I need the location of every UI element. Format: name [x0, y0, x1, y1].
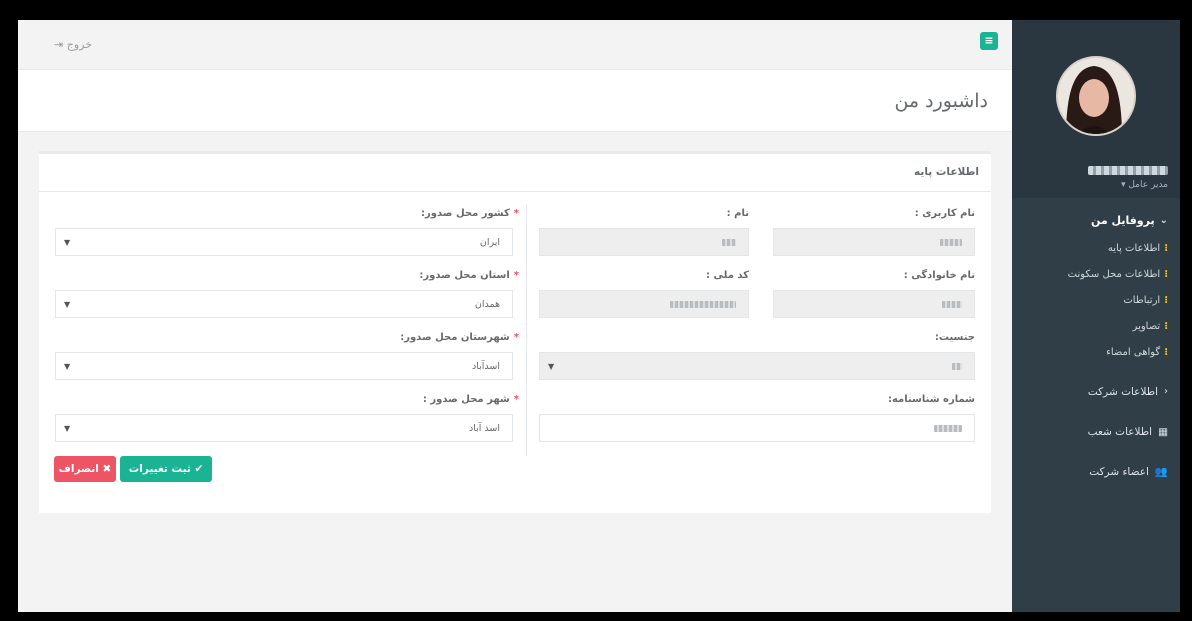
- redacted-value: [940, 239, 962, 246]
- username-field[interactable]: [773, 228, 975, 256]
- sidebar-item-label: اعضاء شرکت: [1089, 466, 1149, 478]
- sidebar-item-label: پروفایل من: [1090, 214, 1155, 227]
- caret-down-icon: ▼: [64, 362, 71, 371]
- cancel-label: انصراف: [58, 463, 99, 475]
- gender-select[interactable]: ▼: [539, 352, 975, 380]
- caret-down-icon: ▼: [64, 424, 71, 433]
- county-label: *شهرستان محل صدور:: [400, 332, 519, 343]
- required-icon: *: [513, 394, 519, 405]
- users-icon: 👥: [1154, 466, 1168, 478]
- county-select[interactable]: اسدآباد ▼: [55, 352, 513, 380]
- province-select[interactable]: همدان ▼: [55, 290, 513, 318]
- sidebar-section-profile: ⌄ پروفایل من ⁝ اطلاعات پایه ⁝ اطلاعات محل …: [1012, 212, 1180, 366]
- page-title: داشبورد من: [894, 90, 988, 112]
- chevron-down-icon: ⌄: [1159, 215, 1168, 226]
- info-icon: ⁝: [1164, 321, 1168, 332]
- profile-submenu: ⁝ اطلاعات پایه ⁝ اطلاعات محل سکونت ⁝ ارتباط…: [1024, 236, 1168, 366]
- top-navbar: ≡ خروج ⇥: [18, 20, 1012, 70]
- city-value: اسد آباد: [468, 423, 500, 434]
- redacted-value: [942, 301, 962, 308]
- sidebar-item-company-info[interactable]: ‹ اطلاعات شرکت: [1012, 372, 1180, 412]
- logout-link[interactable]: خروج ⇥: [54, 38, 92, 51]
- sidebar-item-basic-info[interactable]: ⁝ اطلاعات پایه: [1024, 236, 1168, 262]
- county-label-text: شهرستان محل صدور:: [400, 332, 510, 343]
- sidebar-item-label: تصاویر: [1132, 321, 1161, 332]
- sidebar-item-profile[interactable]: ⌄ پروفایل من: [1024, 212, 1168, 230]
- national-code-label: کد ملی :: [706, 270, 749, 281]
- country-value: ایران: [479, 237, 500, 248]
- province-value: همدان: [474, 299, 500, 310]
- required-icon: *: [513, 332, 519, 343]
- sidebar-item-label: گواهی امضاء: [1106, 347, 1161, 358]
- info-icon: ⁝: [1164, 269, 1168, 280]
- required-icon: *: [513, 208, 519, 219]
- city-select[interactable]: اسد آباد ▼: [55, 414, 513, 442]
- info-icon: ⁝: [1164, 295, 1168, 306]
- info-icon: ⁝: [1164, 347, 1168, 358]
- first-name-label: نام :: [726, 208, 749, 219]
- sidebar-item-members[interactable]: 👥 اعضاء شرکت: [1012, 452, 1180, 492]
- user-name-redacted: [1088, 166, 1168, 175]
- sidebar-item-contacts[interactable]: ⁝ ارتباطات: [1024, 288, 1168, 314]
- required-icon: *: [513, 270, 519, 281]
- family-name-field[interactable]: [773, 290, 975, 318]
- city-label: *شهر محل صدور :: [423, 394, 519, 405]
- sidebar-nav: ⌄ پروفایل من ⁝ اطلاعات پایه ⁝ اطلاعات محل …: [1012, 198, 1180, 492]
- sidebar: مدیر عامل ▾ ⌄ پروفایل من ⁝ اطلاعات پایه ⁝…: [1012, 20, 1180, 612]
- family-name-label: نام خانوادگی :: [903, 270, 975, 281]
- bars-icon: ≡: [984, 34, 994, 47]
- sidebar-item-label: اطلاعات شرکت: [1087, 386, 1158, 398]
- redacted-value: [934, 425, 962, 432]
- save-label: ثبت تغییرات: [128, 463, 191, 475]
- info-icon: ⁝: [1164, 243, 1168, 254]
- cancel-button[interactable]: ✖ انصراف: [54, 456, 116, 482]
- redacted-value: [670, 301, 736, 308]
- sidebar-item-label: اطلاعات محل سکونت: [1067, 269, 1161, 280]
- sidebar-item-residence[interactable]: ⁝ اطلاعات محل سکونت: [1024, 262, 1168, 288]
- sidebar-item-branches[interactable]: ▦ اطلاعات شعب: [1012, 412, 1180, 452]
- app-frame: ≡ خروج ⇥ داشبورد من اطلاعات پایه نام کار…: [18, 20, 1180, 612]
- caret-down-icon: ▼: [64, 238, 71, 247]
- city-label-text: شهر محل صدور :: [422, 394, 510, 405]
- redacted-value: [952, 363, 962, 370]
- profile-header: مدیر عامل ▾: [1012, 20, 1180, 198]
- redacted-value: [722, 239, 736, 246]
- caret-down-icon: ▼: [548, 362, 555, 371]
- page-heading: داشبورد من: [18, 70, 1012, 132]
- chevron-left-icon: ‹: [1164, 386, 1168, 397]
- province-label: *استان محل صدور:: [419, 270, 519, 281]
- check-icon: ✔: [194, 463, 204, 475]
- sidebar-item-label: ارتباطات: [1123, 295, 1161, 306]
- county-value: اسدآباد: [472, 361, 500, 372]
- sidebar-item-label: اطلاعات پایه: [1107, 243, 1161, 254]
- gender-label: جنسیت:: [934, 332, 975, 343]
- basic-info-panel: اطلاعات پایه نام کاربری : نام خانوادگی :…: [39, 151, 991, 513]
- menu-toggle-button[interactable]: ≡: [980, 32, 998, 50]
- logout-label: خروج: [66, 38, 93, 51]
- column-divider: [526, 204, 527, 456]
- sidebar-item-signature[interactable]: ⁝ گواهی امضاء: [1024, 340, 1168, 366]
- national-code-field[interactable]: [539, 290, 749, 318]
- sign-out-icon: ⇥: [54, 38, 64, 51]
- th-large-icon: ▦: [1158, 426, 1168, 438]
- birth-cert-field[interactable]: [539, 414, 975, 442]
- times-icon: ✖: [102, 463, 112, 475]
- caret-down-icon: ▼: [64, 300, 71, 309]
- country-label-text: کشور محل صدور:: [421, 208, 510, 219]
- avatar[interactable]: [1056, 56, 1136, 136]
- user-role-dropdown[interactable]: مدیر عامل ▾: [1121, 180, 1168, 190]
- panel-header: اطلاعات پایه: [39, 154, 991, 192]
- sidebar-item-images[interactable]: ⁝ تصاویر: [1024, 314, 1168, 340]
- username-label: نام کاربری :: [914, 208, 975, 219]
- save-button[interactable]: ✔ ثبت تغییرات: [120, 456, 212, 482]
- sidebar-item-label: اطلاعات شعب: [1087, 426, 1153, 438]
- first-name-field[interactable]: [539, 228, 749, 256]
- province-label-text: استان محل صدور:: [419, 270, 510, 281]
- avatar-photo: [1058, 58, 1134, 134]
- panel-title: اطلاعات پایه: [914, 166, 979, 178]
- country-select[interactable]: ایران ▼: [55, 228, 513, 256]
- country-label: *کشور محل صدور:: [421, 208, 519, 219]
- birth-cert-label: شماره شناسنامه:: [887, 394, 975, 405]
